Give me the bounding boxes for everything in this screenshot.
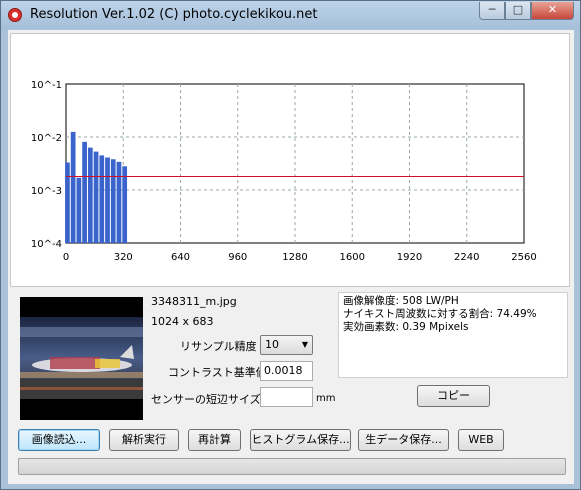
x-tick-label: 960 [228,252,247,263]
x-tick-label: 640 [171,252,190,263]
chart-bar [122,166,128,243]
chevron-down-icon: ▼ [301,340,308,349]
image-thumbnail [20,297,143,420]
result-effective-pixels: 実効画素数: 0.39 Mpixels [343,321,469,333]
x-tick-label: 0 [63,252,69,263]
chart-bar [93,151,99,243]
contrast-label: コントラスト基準値 [168,366,267,379]
x-tick-label: 1600 [340,252,365,263]
result-resolution: 画像解像度: 508 LW/PH [343,295,459,307]
resample-select[interactable]: 10 ▼ [260,335,313,355]
chart-bar [82,141,87,243]
thumbnail-image [20,297,143,420]
load-image-button[interactable]: 画像読込... [18,429,100,451]
sensor-size-input[interactable] [260,387,313,407]
app-icon[interactable] [8,8,22,22]
chart-bar [99,155,105,243]
x-tick-label: 320 [114,252,133,263]
file-name: 3348311_m.jpg [151,295,237,308]
x-tick-label: 2560 [511,252,536,263]
recalculate-button[interactable]: 再計算 [188,429,241,451]
resample-label: リサンプル精度 [180,340,257,353]
image-dimensions: 1024 x 683 [151,315,214,328]
x-tick-label: 2240 [454,252,479,263]
maximize-button[interactable]: □ [505,2,531,20]
y-tick-label: 10^-4 [31,239,62,250]
minimize-button[interactable]: ─ [479,2,505,20]
client-area: 0 320 640 960 1280 1600 1920 2240 2560 10^-1 10^-2… [8,30,574,484]
y-tick-label: 10^-2 [31,133,62,144]
save-histogram-button[interactable]: ヒストグラム保存... [250,429,351,451]
app-window: Resolution Ver.1.02 (C) photo.cyclekikou… [0,0,581,490]
results-panel: 画像解像度: 508 LW/PH ナイキスト周波数に対する割合: 74.49% … [338,292,568,378]
x-tick-label: 1920 [397,252,422,263]
y-tick-label: 10^-3 [31,186,62,197]
chart-bar [70,131,76,243]
window-title: Resolution Ver.1.02 (C) photo.cyclekikou… [30,7,318,22]
save-raw-data-button[interactable]: 生データ保存... [358,429,449,451]
progress-bar [18,458,566,475]
sensor-size-label: センサーの短辺サイズ [151,393,261,406]
close-button[interactable]: ✕ [531,2,574,20]
analyze-button[interactable]: 解析実行 [109,429,179,451]
resample-value: 10 [265,338,279,351]
chart-bar [116,161,122,243]
chart-panel: 0 320 640 960 1280 1600 1920 2240 2560 10^-1 10^-2… [10,33,570,287]
result-nyquist-ratio: ナイキスト周波数に対する割合: 74.49% [343,308,537,320]
chart-bar [110,159,116,243]
mtf-histogram-chart: 0 320 640 960 1280 1600 1920 2240 2560 10^-1 10^-2… [31,80,537,263]
contrast-input[interactable]: 0.0018 [260,361,313,381]
y-tick-label: 10^-1 [31,80,62,91]
web-button[interactable]: WEB [458,429,504,451]
title-bar[interactable]: Resolution Ver.1.02 (C) photo.cyclekikou… [1,1,580,29]
chart-bar [87,147,93,243]
x-tick-label: 1280 [282,252,307,263]
copy-button[interactable]: コピー [417,385,490,407]
chart-bar [65,162,70,243]
chart-bar [105,157,110,243]
sensor-unit: mm [316,393,336,404]
chart-bar [76,177,82,243]
